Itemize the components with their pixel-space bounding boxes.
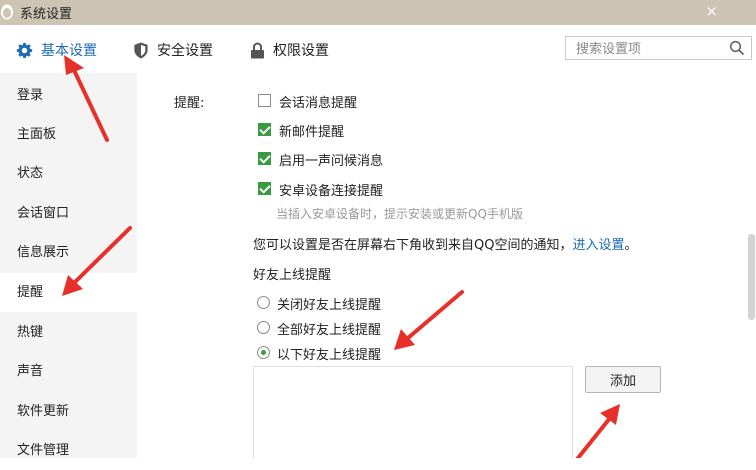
tab-label: 基本设置 bbox=[41, 43, 97, 59]
window-title: 系统设置 bbox=[20, 7, 73, 22]
friend-online-title: 好友上线提醒 bbox=[253, 268, 332, 283]
lock-icon bbox=[251, 42, 264, 58]
tab-security-settings[interactable]: 安全设置 bbox=[133, 38, 213, 62]
scrollbar-thumb[interactable] bbox=[748, 234, 755, 320]
sidebar-item-sound[interactable]: 声音 bbox=[0, 352, 137, 391]
shield-icon bbox=[134, 41, 148, 59]
qzone-settings-link[interactable]: 进入设置 bbox=[572, 238, 624, 253]
sidebar-item-file-management[interactable]: 文件管理 bbox=[0, 431, 137, 470]
qzone-notice: 您可以设置是否在屏幕右下角收到来自QQ空间的通知，进入设置。 bbox=[253, 234, 638, 253]
sidebar-item-chat-window[interactable]: 会话窗口 bbox=[0, 194, 137, 233]
sidebar-item-main-panel[interactable]: 主面板 bbox=[0, 115, 137, 154]
qzone-notice-end: 。 bbox=[624, 238, 638, 253]
checkbox-label[interactable]: 会话消息提醒 bbox=[279, 92, 357, 111]
tab-basic-settings[interactable]: 基本设置 bbox=[16, 38, 97, 62]
tab-permission-settings[interactable]: 权限设置 bbox=[250, 38, 329, 62]
radio-selected-friends-online[interactable] bbox=[257, 346, 270, 359]
radio-label[interactable]: 全部好友上线提醒 bbox=[277, 319, 381, 338]
radio-label[interactable]: 以下好友上线提醒 bbox=[277, 344, 381, 363]
checkbox-chat-message-reminder[interactable] bbox=[258, 94, 271, 107]
checkbox-greeting-message[interactable] bbox=[258, 152, 271, 165]
checkbox-new-mail-reminder[interactable] bbox=[258, 123, 271, 136]
sidebar-item-software-update[interactable]: 软件更新 bbox=[0, 392, 137, 431]
android-hint-text: 当插入安卓设备时，提示安装或更新QQ手机版 bbox=[276, 207, 523, 221]
sidebar-item-reminder[interactable]: 提醒 bbox=[0, 273, 137, 312]
qzone-notice-text: 您可以设置是否在屏幕右下角收到来自QQ空间的通知， bbox=[253, 238, 573, 253]
add-friend-button[interactable]: 添加 bbox=[585, 366, 661, 393]
sidebar-item-login[interactable]: 登录 bbox=[0, 76, 137, 115]
radio-label[interactable]: 关闭好友上线提醒 bbox=[277, 294, 381, 313]
settings-toolbar: 基本设置 安全设置 权限设置 bbox=[0, 25, 756, 73]
search-input[interactable] bbox=[574, 38, 728, 60]
checkbox-android-connect-reminder[interactable] bbox=[258, 182, 271, 195]
search-icon[interactable] bbox=[729, 40, 745, 56]
sidebar-item-status[interactable]: 状态 bbox=[0, 154, 137, 193]
checkbox-label[interactable]: 新邮件提醒 bbox=[279, 121, 344, 140]
tab-label: 安全设置 bbox=[157, 43, 213, 59]
qq-penguin-icon bbox=[1, 4, 13, 20]
radio-all-friends-online[interactable] bbox=[257, 321, 270, 334]
tab-label: 权限设置 bbox=[273, 43, 329, 59]
sidebar-item-hotkeys[interactable]: 热键 bbox=[0, 313, 137, 352]
checkbox-label[interactable]: 启用一声问候消息 bbox=[279, 150, 383, 169]
search-box bbox=[565, 36, 752, 60]
section-label-reminder: 提醒: bbox=[174, 96, 205, 111]
sidebar-item-info-display[interactable]: 信息展示 bbox=[0, 233, 137, 272]
gear-icon bbox=[16, 42, 33, 58]
close-button[interactable]: × bbox=[705, 2, 718, 20]
sidebar: 登录 主面板 状态 会话窗口 信息展示 提醒 热键 声音 软件更新 文件管理 bbox=[0, 73, 137, 458]
friend-list-box[interactable] bbox=[253, 366, 573, 458]
title-bar: 系统设置 × bbox=[0, 0, 756, 25]
checkbox-label[interactable]: 安卓设备连接提醒 bbox=[279, 180, 383, 199]
radio-disable-friend-online[interactable] bbox=[257, 296, 270, 309]
